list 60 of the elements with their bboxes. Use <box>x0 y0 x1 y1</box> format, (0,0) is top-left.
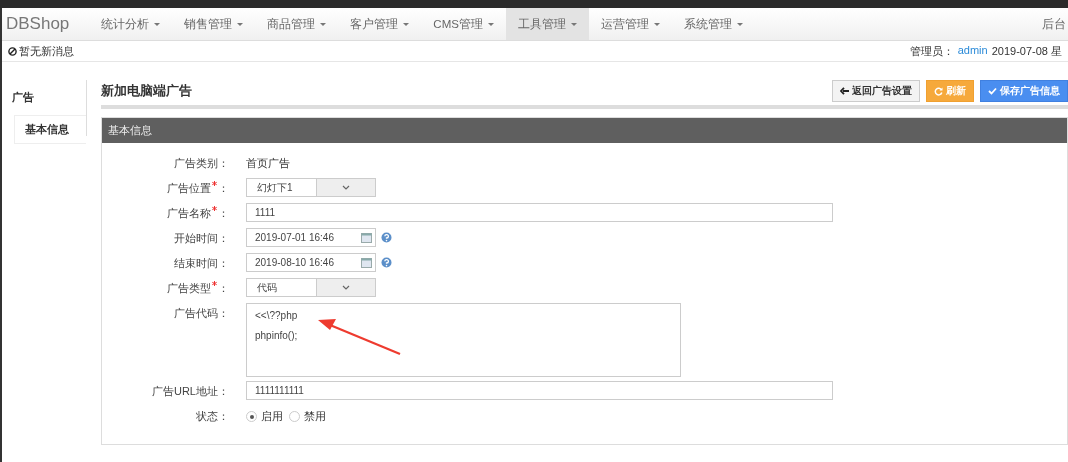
field-label: 广告位置 <box>167 182 211 194</box>
admin-label: 管理员： <box>909 43 954 59</box>
select-field[interactable]: 代码 <box>246 278 376 297</box>
no-entry-icon <box>8 46 17 56</box>
field-label: 广告代码 <box>174 307 218 319</box>
label-colon: ： <box>218 207 229 219</box>
label-colon: ： <box>218 385 229 397</box>
refresh-icon <box>934 86 943 96</box>
brand-logo[interactable]: DBShop <box>2 14 90 34</box>
sidebar-title: 广告 <box>11 90 35 105</box>
field-label: 广告URL地址 <box>152 385 218 397</box>
date-field[interactable]: 2019-07-01 16:46 <box>246 228 376 247</box>
field-label: 广告类型 <box>167 282 211 294</box>
calendar-icon[interactable] <box>361 257 372 268</box>
nav-menu[interactable]: 商品管理 <box>255 8 339 40</box>
code-textarea[interactable]: <<\??php phpinfo(); <box>246 303 681 377</box>
date-text: 2019-07-08 星 <box>991 43 1062 59</box>
checkmark-icon <box>988 87 997 95</box>
nav-menu[interactable]: 客户管理 <box>338 8 422 40</box>
select-field[interactable]: 幻灯下1 <box>246 178 376 197</box>
field-label: 开始时间 <box>174 232 218 244</box>
field-label: 广告类别 <box>174 157 218 169</box>
input-field[interactable]: 1111111111 <box>246 381 833 400</box>
field-label: 状态 <box>196 410 218 422</box>
code-line: <<\??php <box>255 310 299 321</box>
label-colon: ： <box>218 157 229 169</box>
input-field[interactable]: 1111 <box>246 203 833 222</box>
nav-link[interactable]: 后台 <box>1042 16 1068 32</box>
caret-icon <box>340 183 351 192</box>
nav-menu[interactable]: 工具管理 <box>505 8 589 40</box>
panel-header: 基本信息 <box>102 118 1067 143</box>
calendar-icon[interactable] <box>361 232 372 243</box>
label-colon: ： <box>218 182 229 194</box>
label-colon: ： <box>218 410 229 422</box>
label-colon: ： <box>218 282 229 294</box>
nav-menu[interactable]: 销售管理 <box>172 8 256 40</box>
save-button[interactable]: 保存广告信息 <box>980 80 1068 102</box>
arrow-left-icon <box>840 87 849 95</box>
field-label: 广告名称 <box>167 207 211 219</box>
back-button[interactable]: 返回广告设置 <box>832 80 920 102</box>
sidebar-item[interactable]: 基本信息 <box>14 115 86 144</box>
nav-menu[interactable]: 运营管理 <box>588 8 672 40</box>
help-icon[interactable] <box>381 257 392 268</box>
message-text: 暂无新消息 <box>19 43 74 59</box>
label-colon: ： <box>218 307 229 319</box>
nav-menu[interactable]: 统计分析 <box>89 8 173 40</box>
label-colon: ： <box>218 257 229 269</box>
radio-option[interactable]: 禁用 <box>289 406 326 427</box>
help-icon[interactable] <box>381 232 392 243</box>
caret-icon <box>340 283 351 292</box>
date-field[interactable]: 2019-08-10 16:46 <box>246 253 376 272</box>
nav-menu[interactable]: 系统管理 <box>671 8 755 40</box>
code-line: phpinfo(); <box>255 330 299 341</box>
radio-option[interactable]: 启用 <box>246 406 283 427</box>
admin-link[interactable]: admin <box>957 43 988 59</box>
nav-menu[interactable]: CMS管理 <box>421 8 506 40</box>
field-value: 首页广告 <box>246 156 290 171</box>
page-title: 新加电脑端广告 <box>101 82 192 100</box>
label-colon: ： <box>218 232 229 244</box>
field-label: 结束时间 <box>174 257 218 269</box>
